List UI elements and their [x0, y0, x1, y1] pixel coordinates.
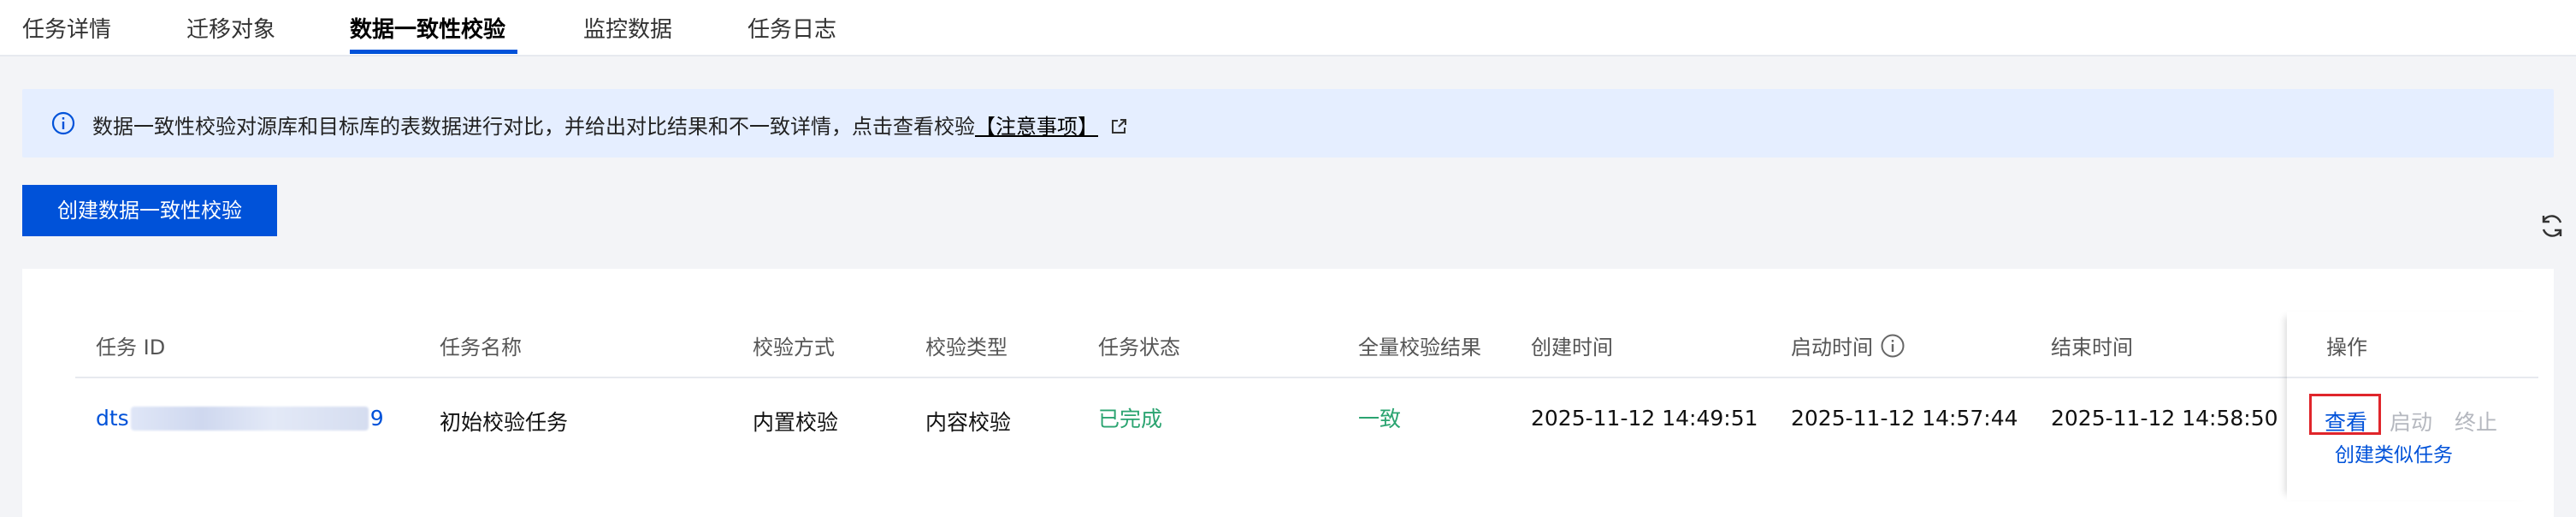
column-header-task-status: 任务状态: [1098, 336, 1180, 360]
column-header-task-id: 任务 ID: [96, 336, 166, 360]
created-time: 2025-11-12 14:49:51: [1531, 406, 1758, 431]
tab-monitoring-data[interactable]: 监控数据: [583, 12, 672, 44]
end-time: 2025-11-12 14:58:50: [2051, 406, 2278, 431]
column-header-check-method: 校验方式: [753, 336, 835, 360]
column-header-full-check-result: 全量校验结果: [1358, 336, 1481, 360]
check-type: 内容校验: [925, 410, 1012, 435]
column-header-start-time: 启动时间: [1791, 336, 1873, 360]
column-header-operations: 操作: [2326, 336, 2367, 360]
refresh-icon[interactable]: [2538, 212, 2566, 240]
external-link-icon[interactable]: [1110, 118, 1127, 135]
notice-link[interactable]: 【注意事项】: [975, 115, 1098, 139]
view-button-highlight: [2309, 394, 2381, 435]
active-tab-indicator: [350, 50, 517, 54]
column-header-created-time: 创建时间: [1531, 336, 1613, 360]
column-header-check-type: 校验类型: [925, 336, 1007, 360]
task-status: 已完成: [1098, 407, 1163, 431]
start-button[interactable]: 启动: [2390, 406, 2432, 437]
create-similar-task-button[interactable]: 创建类似任务: [2335, 438, 2453, 467]
info-icon: [51, 111, 75, 135]
tab-data-consistency-check[interactable]: 数据一致性校验: [350, 12, 505, 44]
create-consistency-check-button[interactable]: 创建数据一致性校验: [22, 185, 277, 236]
column-header-end-time: 结束时间: [2051, 336, 2133, 360]
column-header-task-name: 任务名称: [440, 336, 522, 360]
tab-task-details[interactable]: 任务详情: [22, 12, 111, 44]
tab-bar: 任务详情 迁移对象 数据一致性校验 监控数据 任务日志: [0, 0, 2576, 56]
task-id-link[interactable]: dts 9: [96, 406, 384, 431]
notice-text: 数据一致性校验对源库和目标库的表数据进行对比，并给出对比结果和不一致详情，点击查…: [92, 115, 975, 139]
full-check-result: 一致: [1358, 407, 1402, 431]
stop-button[interactable]: 终止: [2455, 406, 2497, 437]
task-name: 初始校验任务: [440, 410, 569, 435]
redacted-id: [130, 407, 369, 431]
tab-migration-objects[interactable]: 迁移对象: [186, 12, 275, 44]
check-method: 内置校验: [753, 410, 839, 435]
start-time-info-icon[interactable]: [1880, 333, 1905, 359]
start-time: 2025-11-12 14:57:44: [1791, 406, 2018, 431]
check-task-table: 任务 ID 任务名称 校验方式 校验类型 任务状态 全量校验结果 创建时间 启动…: [22, 269, 2554, 517]
info-notice: 数据一致性校验对源库和目标库的表数据进行对比，并给出对比结果和不一致详情，点击查…: [22, 89, 2554, 157]
ops-header-divider: [2287, 377, 2535, 378]
header-divider: [75, 377, 2538, 378]
tab-task-logs[interactable]: 任务日志: [747, 12, 836, 44]
